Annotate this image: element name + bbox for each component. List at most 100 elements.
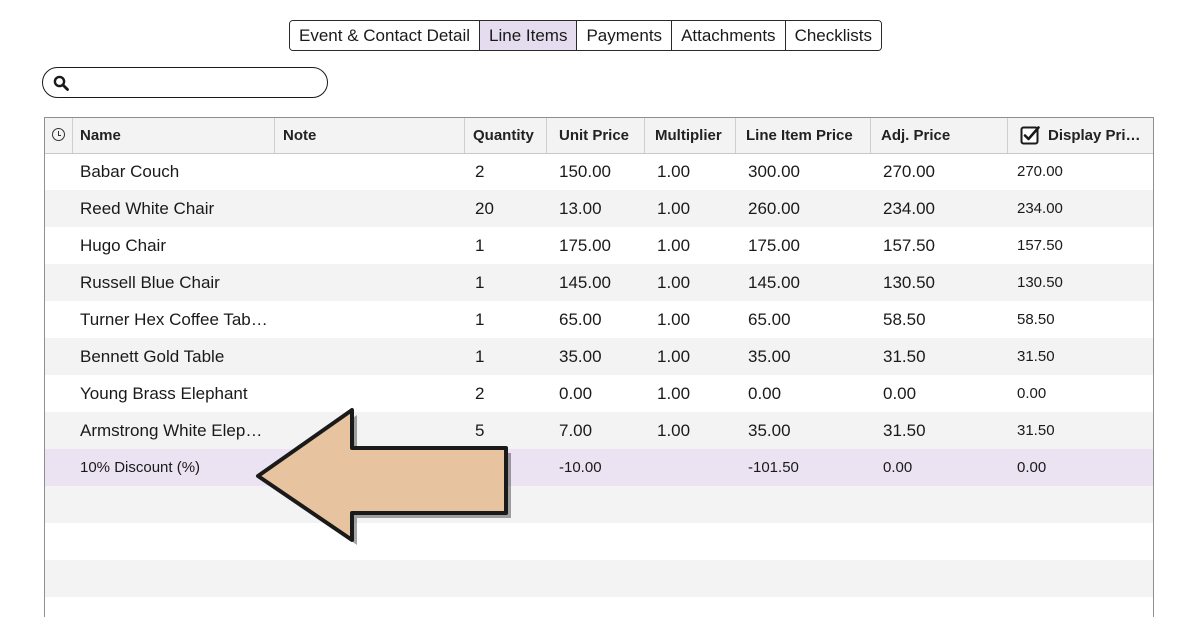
search-icon <box>53 75 69 91</box>
item-adj-price: 130.50 <box>883 273 935 292</box>
item-name[interactable]: Babar Couch <box>80 153 270 190</box>
item-unit-price[interactable]: 145.00 <box>559 264 611 301</box>
item-multiplier[interactable]: 1.00 <box>657 227 690 264</box>
column-header-display-price[interactable]: Display Pri… <box>1008 118 1153 153</box>
line-items-table: Name Note Quantity Unit Price Multiplier… <box>44 117 1154 617</box>
item-name[interactable]: Reed White Chair <box>80 190 270 227</box>
item-line-item-price: 65.00 <box>748 310 791 329</box>
item-multiplier[interactable]: 1.00 <box>657 153 690 190</box>
checkbox-icon[interactable] <box>1020 125 1040 145</box>
discount-display-price[interactable]: 0.00 <box>1017 449 1046 486</box>
table-row[interactable]: Armstrong White Elep… 5 7.00 1.00 35.00 … <box>45 412 1153 449</box>
table-row[interactable]: Young Brass Elephant 2 0.00 1.00 0.00 0.… <box>45 375 1153 412</box>
column-header-adj-price[interactable]: Adj. Price <box>871 118 1008 153</box>
item-note[interactable] <box>283 264 463 301</box>
item-unit-price[interactable]: 65.00 <box>559 301 602 338</box>
item-unit-price[interactable]: 150.00 <box>559 153 611 190</box>
table-row[interactable]: Reed White Chair 20 13.00 1.00 260.00 23… <box>45 190 1153 227</box>
item-display-price[interactable]: 0.00 <box>1017 375 1046 412</box>
tab-checklists[interactable]: Checklists <box>785 21 882 50</box>
empty-row <box>45 560 1153 597</box>
tab-payments[interactable]: Payments <box>577 21 673 50</box>
item-line-item-price: 35.00 <box>748 421 791 440</box>
empty-row <box>45 486 1153 523</box>
item-unit-price[interactable]: 175.00 <box>559 227 611 264</box>
item-adj-price: 270.00 <box>883 162 935 181</box>
item-name[interactable]: Turner Hex Coffee Tab… <box>80 301 270 338</box>
item-quantity[interactable]: 2 <box>475 153 484 190</box>
item-line-item-price: 0.00 <box>748 384 782 403</box>
item-note[interactable] <box>283 301 463 338</box>
column-header-name[interactable]: Name <box>73 118 275 153</box>
item-quantity[interactable]: 1 <box>475 227 484 264</box>
item-name[interactable]: Hugo Chair <box>80 227 270 264</box>
item-unit-price[interactable]: 13.00 <box>559 190 602 227</box>
item-quantity[interactable]: 1 <box>475 338 484 375</box>
discount-name[interactable]: 10% Discount (%) <box>80 449 270 486</box>
item-adj-price: 0.00 <box>883 384 917 403</box>
item-name[interactable]: Bennett Gold Table <box>80 338 270 375</box>
history-column-header[interactable] <box>45 118 73 153</box>
item-unit-price[interactable]: 35.00 <box>559 338 602 375</box>
item-quantity[interactable]: 1 <box>475 301 484 338</box>
item-note[interactable] <box>283 338 463 375</box>
table-row[interactable]: Hugo Chair 1 175.00 1.00 175.00 157.50 1… <box>45 227 1153 264</box>
clock-icon <box>52 128 65 141</box>
column-header-quantity[interactable]: Quantity <box>465 118 547 153</box>
search-box[interactable] <box>42 67 328 98</box>
item-line-item-price: 300.00 <box>748 162 800 181</box>
tab-event-contact-detail[interactable]: Event & Contact Detail <box>290 21 481 50</box>
item-display-price[interactable]: 31.50 <box>1017 412 1055 449</box>
column-header-note[interactable]: Note <box>275 118 465 153</box>
item-display-price[interactable]: 157.50 <box>1017 227 1063 264</box>
item-multiplier[interactable]: 1.00 <box>657 264 690 301</box>
discount-row[interactable]: 10% Discount (%) -10.00 -101.50 0.00 0.0… <box>45 449 1153 486</box>
table-row[interactable]: Babar Couch 2 150.00 1.00 300.00 270.00 … <box>45 153 1153 190</box>
item-adj-price: 31.50 <box>883 347 926 366</box>
item-display-price[interactable]: 270.00 <box>1017 153 1063 190</box>
item-adj-price: 234.00 <box>883 199 935 218</box>
display-price-label: Display Pri… <box>1048 127 1141 144</box>
item-unit-price[interactable]: 7.00 <box>559 412 592 449</box>
item-quantity[interactable]: 1 <box>475 264 484 301</box>
table-row[interactable]: Turner Hex Coffee Tab… 1 65.00 1.00 65.0… <box>45 301 1153 338</box>
item-name[interactable]: Armstrong White Elep… <box>80 412 270 449</box>
item-line-item-price: 260.00 <box>748 199 800 218</box>
column-header-line-item-price[interactable]: Line Item Price <box>736 118 871 153</box>
item-display-price[interactable]: 31.50 <box>1017 338 1055 375</box>
item-unit-price[interactable]: 0.00 <box>559 375 592 412</box>
item-note[interactable] <box>283 227 463 264</box>
discount-unit-price[interactable]: -10.00 <box>559 449 602 486</box>
tab-line-items[interactable]: Line Items <box>480 21 578 50</box>
empty-row <box>45 523 1153 560</box>
discount-line-item-price: -101.50 <box>748 459 799 476</box>
item-line-item-price: 145.00 <box>748 273 800 292</box>
item-adj-price: 31.50 <box>883 421 926 440</box>
item-multiplier[interactable]: 1.00 <box>657 338 690 375</box>
item-multiplier[interactable]: 1.00 <box>657 301 690 338</box>
item-multiplier[interactable]: 1.00 <box>657 412 690 449</box>
item-line-item-price: 175.00 <box>748 236 800 255</box>
item-quantity[interactable]: 20 <box>475 190 494 227</box>
item-multiplier[interactable]: 1.00 <box>657 375 690 412</box>
callout-arrow <box>248 398 523 553</box>
arrow-left-icon <box>256 408 511 545</box>
item-note[interactable] <box>283 153 463 190</box>
item-adj-price: 58.50 <box>883 310 926 329</box>
item-display-price[interactable]: 130.50 <box>1017 264 1063 301</box>
item-name[interactable]: Young Brass Elephant <box>80 375 270 412</box>
item-multiplier[interactable]: 1.00 <box>657 190 690 227</box>
table-header: Name Note Quantity Unit Price Multiplier… <box>45 118 1153 154</box>
discount-adj-price: 0.00 <box>883 459 913 476</box>
item-line-item-price: 35.00 <box>748 347 791 366</box>
item-display-price[interactable]: 58.50 <box>1017 301 1055 338</box>
item-display-price[interactable]: 234.00 <box>1017 190 1063 227</box>
table-row[interactable]: Russell Blue Chair 1 145.00 1.00 145.00 … <box>45 264 1153 301</box>
column-header-multiplier[interactable]: Multiplier <box>645 118 736 153</box>
item-note[interactable] <box>283 190 463 227</box>
column-header-unit-price[interactable]: Unit Price <box>547 118 645 153</box>
item-name[interactable]: Russell Blue Chair <box>80 264 270 301</box>
tab-attachments[interactable]: Attachments <box>672 21 786 50</box>
search-input[interactable] <box>75 73 327 92</box>
table-row[interactable]: Bennett Gold Table 1 35.00 1.00 35.00 31… <box>45 338 1153 375</box>
